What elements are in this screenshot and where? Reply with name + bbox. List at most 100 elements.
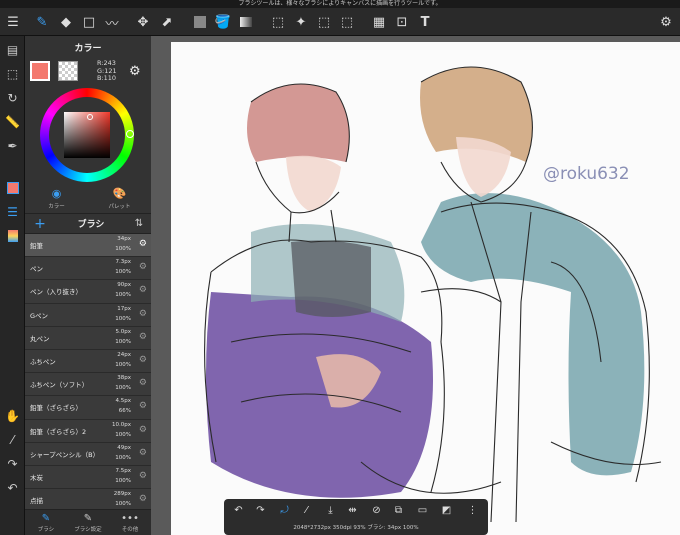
eraser-icon[interactable]: ◆	[56, 12, 76, 32]
undo-icon[interactable]: ↶	[230, 502, 247, 519]
deselect-icon[interactable]: ⊘	[368, 502, 385, 519]
undo-icon[interactable]: ↶	[3, 478, 22, 497]
side-panel: カラー R:243 G:121 B:110 ⚙ ◉ カラー 🎨 パレット + ブ…	[25, 36, 151, 535]
brush-list-icon[interactable]: ☰	[3, 202, 22, 221]
sort-icon[interactable]: ⇅	[127, 218, 151, 229]
brush-settings-icon[interactable]: ⚙	[139, 494, 147, 504]
brush-size: 34px	[117, 236, 131, 242]
gradient-icon[interactable]	[236, 12, 256, 32]
brush-settings-icon[interactable]: ⚙	[139, 262, 147, 272]
brush-item-pencil[interactable]: 鉛筆 34px 100% ⚙	[25, 234, 151, 258]
left-face-fill	[286, 155, 341, 212]
more-icon[interactable]: ⚙	[656, 12, 676, 32]
color-settings-icon[interactable]: ⚙	[129, 64, 141, 79]
brush-opacity: 100%	[115, 361, 131, 368]
main-color-swatch[interactable]	[30, 61, 50, 81]
brush-item-pencil-rough[interactable]: 鉛筆（ざらざら） 4.5px 66% ⚙	[25, 396, 151, 420]
eyedropper-icon[interactable]: ⁄	[3, 430, 22, 449]
brush-item-edge-pen[interactable]: ふちペン 24px 100% ⚙	[25, 349, 151, 374]
sv-cursor	[87, 114, 93, 120]
grid-dots-icon[interactable]: ⋮	[464, 502, 481, 519]
magic-wand-icon[interactable]: ✦	[291, 12, 311, 32]
brush-item-mechanical-pencil[interactable]: シャープペンシル（B） 49px 100% ⚙	[25, 442, 151, 466]
hand-icon[interactable]: ✋	[3, 406, 22, 425]
ruler-icon[interactable]: 📏	[3, 112, 22, 131]
brush-opacity: 100%	[115, 246, 131, 252]
rgb-readout: R:243 G:121 B:110	[97, 59, 117, 83]
brush-settings-icon[interactable]: ⚙	[139, 401, 147, 411]
brush-name: 鉛筆（ざらざら）	[30, 404, 82, 413]
snap-icon[interactable]: ✒	[3, 136, 22, 155]
brush-item-edge-pen-soft[interactable]: ふちペン（ソフト） 38px 100% ⚙	[25, 373, 151, 397]
select-eraser-icon[interactable]: ⬚	[337, 12, 357, 32]
select-rect-icon[interactable]: ⬚	[268, 12, 288, 32]
move-icon[interactable]: ✥	[133, 12, 153, 32]
tab-other[interactable]: ••• その他	[109, 510, 151, 535]
brush-item-round-pen[interactable]: 丸ペン 5.0px 100% ⚙	[25, 326, 151, 350]
rotate-icon[interactable]: ↻	[3, 88, 22, 107]
brush-item-g-pen[interactable]: Gペン 17px 100% ⚙	[25, 303, 151, 327]
copy-icon[interactable]: ⧉	[390, 502, 407, 519]
brush-settings-icon[interactable]: ⚙	[139, 285, 147, 295]
color-swatches: R:243 G:121 B:110 ⚙	[25, 58, 151, 88]
add-brush-icon[interactable]: +	[25, 216, 55, 232]
brush-size: 10.0px	[112, 421, 131, 428]
brush-settings-icon[interactable]: ⚙	[139, 448, 147, 458]
saturation-value-square[interactable]	[64, 112, 110, 158]
tab-brush-settings[interactable]: ✎ ブラシ設定	[67, 510, 109, 535]
brush-preview-icon[interactable]: ◩	[438, 502, 455, 519]
brush-item-pen-taper[interactable]: ペン（入り抜き） 90px 100% ⚙	[25, 280, 151, 304]
inner-shirt-fill	[291, 240, 371, 317]
save-icon[interactable]: ⤓	[322, 502, 339, 519]
brush-settings-icon[interactable]: ⚙	[139, 378, 147, 388]
bucket-icon[interactable]: 🪣	[213, 12, 233, 32]
brush-opacity: 100%	[115, 454, 131, 461]
drawing-canvas[interactable]	[171, 42, 680, 535]
brush-item-charcoal[interactable]: 木炭 7.5px 100% ⚙	[25, 465, 151, 490]
tab-color[interactable]: ◉ カラー	[25, 184, 88, 213]
color-panel-icon[interactable]	[3, 178, 22, 197]
crop-icon[interactable]: ⊡	[392, 12, 412, 32]
illustration	[204, 66, 662, 523]
brush-settings-icon[interactable]: ⚙	[139, 425, 147, 435]
tab-brush-label: ブラシ	[37, 526, 55, 533]
brush-name: シャープペンシル（B）	[30, 450, 100, 459]
brush-settings-icon[interactable]: ⚙	[139, 332, 147, 342]
brush-opacity: 100%	[115, 315, 131, 322]
brush-name: ペン（入り抜き）	[30, 288, 82, 297]
fill-color-icon[interactable]	[190, 12, 210, 32]
eyedropper-icon[interactable]: ⁄	[298, 502, 315, 519]
tab-palette[interactable]: 🎨 パレット	[88, 184, 151, 213]
text-icon[interactable]: T	[415, 12, 435, 32]
brush-panel-title: ブラシ	[77, 220, 105, 230]
transform-icon[interactable]: ⬈	[157, 12, 177, 32]
menu-icon[interactable]: ☰	[3, 12, 23, 32]
brush-name: 鉛筆	[30, 242, 43, 250]
brush-item-pen[interactable]: ペン 7.3px 100% ⚙	[25, 257, 151, 281]
select-pen-icon[interactable]: ⬚	[314, 12, 334, 32]
brush-item-pencil-rough-2[interactable]: 鉛筆（ざらざら）2 10.0px 100% ⚙	[25, 419, 151, 443]
brush-name: ふちペン	[30, 357, 56, 366]
lasso-fill-icon[interactable]: ⤾	[276, 502, 293, 519]
brush-settings-icon[interactable]: ⚙	[139, 355, 147, 365]
color-tabs: ◉ カラー 🎨 パレット	[25, 184, 151, 214]
flip-icon[interactable]: ⇹	[344, 502, 361, 519]
redo-icon[interactable]: ↷	[3, 454, 22, 473]
brush-name: 丸ペン	[30, 334, 50, 343]
brush-settings-icon[interactable]: ⚙	[139, 309, 147, 319]
selection-icon[interactable]: ⬚	[3, 64, 22, 83]
filter-icon[interactable]: ▦	[369, 12, 389, 32]
tab-brush[interactable]: ✎ ブラシ	[25, 510, 67, 535]
brush-tool-icon[interactable]: ✎	[32, 12, 52, 32]
status-message: ブラシツールは、様々なブラシによりキャンバスに描画を行うツールです。	[0, 0, 680, 8]
brush-settings-icon[interactable]: ⚙	[139, 239, 147, 249]
brush-settings-icon[interactable]: ⚙	[139, 471, 147, 481]
layers-icon[interactable]: ▤	[3, 40, 22, 59]
smudge-icon[interactable]: 〰	[102, 12, 122, 32]
rectangle-icon[interactable]: □	[79, 12, 99, 32]
material-icon[interactable]	[3, 226, 22, 245]
redo-icon[interactable]: ↷	[252, 502, 269, 519]
hue-wheel[interactable]	[40, 88, 134, 182]
sub-color-swatch[interactable]	[58, 61, 78, 81]
layer-icon[interactable]: ▭	[414, 502, 431, 519]
